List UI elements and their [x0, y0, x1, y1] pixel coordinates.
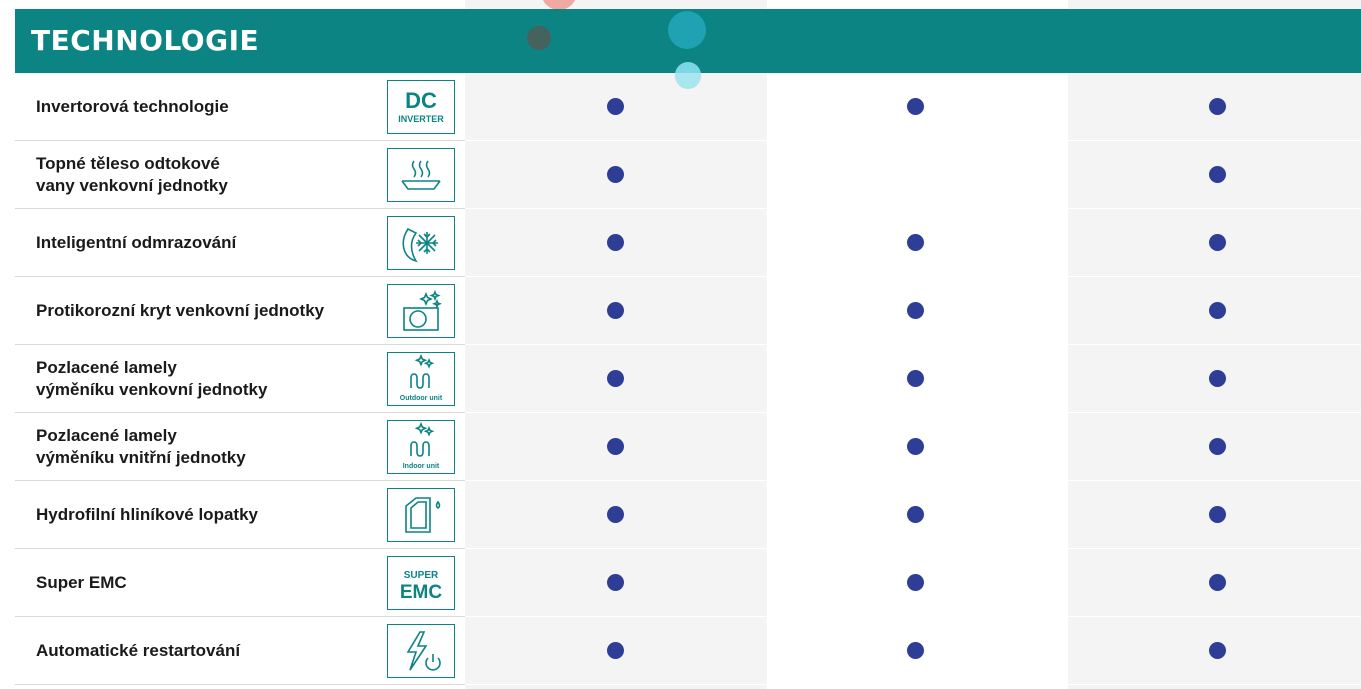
top-strip: [0, 0, 1361, 10]
feature-label: Hydrofilní hliníkové lopatky: [36, 481, 396, 548]
feature-dot-col-1: [607, 98, 624, 115]
table-row: Invertorová technologie DC INVERTER: [15, 73, 1361, 141]
table-row: Topné těleso odtokové vany venkovní jedno…: [15, 141, 1361, 209]
feature-label-text: Topné těleso odtokové vany venkovní jedno…: [36, 153, 228, 197]
table-row: Automatické restartování: [15, 617, 1361, 685]
auto-restart-icon: [387, 624, 455, 678]
feature-label: Pozlacené lamely výměníku vnitřní jednotk…: [36, 413, 396, 480]
defrost-icon: [387, 216, 455, 270]
feature-dot-col-2: [907, 642, 924, 659]
feature-label-line: vany venkovní jednotky: [36, 175, 228, 195]
feature-label: Inteligentní odmrazování: [36, 209, 396, 276]
table-row: Inteligentní odmrazování: [15, 209, 1361, 277]
table-row: Super EMC SUPER EMC: [15, 549, 1361, 617]
feature-label-text: Invertorová technologie: [36, 96, 229, 118]
feature-dot-col-3: [1209, 234, 1226, 251]
feature-dot-col-1: [607, 234, 624, 251]
golden-fin-outdoor-icon: Outdoor unit: [387, 352, 455, 406]
table-row: Hydrofilní hliníkové lopatky: [15, 481, 1361, 549]
feature-dot-col-1: [607, 166, 624, 183]
feature-label-text: Pozlacené lamely výměníku vnitřní jednotk…: [36, 425, 246, 469]
decor-bubble-dark: [527, 26, 551, 50]
row-divider: [15, 684, 465, 685]
feature-label-line: výměníku vnitřní jednotky: [36, 447, 246, 467]
feature-label: Automatické restartování: [36, 617, 396, 684]
dc-inverter-icon: DC INVERTER: [387, 80, 455, 134]
feature-label-text: Protikorozní kryt venkovní jednotky: [36, 300, 324, 322]
feature-dot-col-2: [907, 234, 924, 251]
feature-dot-col-3: [1209, 166, 1226, 183]
feature-dot-col-2: [907, 302, 924, 319]
feature-label: Super EMC: [36, 549, 396, 616]
feature-dot-col-1: [607, 506, 624, 523]
feature-label-line: Super EMC: [36, 572, 127, 592]
feature-label-line: Protikorozní kryt venkovní jednotky: [36, 300, 325, 320]
golden-fin-indoor-icon: Indoor unit: [387, 420, 455, 474]
anticorrosion-cover-icon: [387, 284, 455, 338]
decor-bubble-light: [675, 62, 701, 73]
feature-dot-col-2: [907, 370, 924, 387]
feature-dot-col-2: [907, 574, 924, 591]
feature-label-text: Hydrofilní hliníkové lopatky: [36, 504, 258, 526]
feature-dot-col-3: [1209, 506, 1226, 523]
feature-dot-col-2: [907, 438, 924, 455]
feature-dot-col-2: [907, 98, 924, 115]
feature-label-text: Automatické restartování: [36, 640, 240, 662]
decor-bubble-cyan: [668, 11, 706, 49]
feature-dot-col-1: [607, 302, 624, 319]
feature-label-text: Inteligentní odmrazování: [36, 232, 236, 254]
section-header: TECHNOLOGIE: [15, 9, 1361, 73]
feature-label-line: Invertorová technologie: [36, 96, 229, 116]
section-title: TECHNOLOGIE: [31, 24, 260, 57]
feature-label-line: Topné těleso odtokové: [36, 153, 220, 173]
column-tint-3-top: [1068, 0, 1361, 9]
heating-tray-icon: [387, 148, 455, 202]
feature-label: Invertorová technologie: [36, 73, 396, 140]
table-row: Protikorozní kryt venkovní jednotky: [15, 277, 1361, 345]
feature-label: Pozlacené lamely výměníku venkovní jednot…: [36, 345, 396, 412]
feature-dot-col-1: [607, 438, 624, 455]
icon-text-emc: EMC: [400, 582, 443, 603]
column-tint-1-top: [465, 0, 767, 9]
icon-text-outdoor: Outdoor unit: [400, 395, 443, 402]
feature-dot-col-1: [607, 370, 624, 387]
feature-label-line: Pozlacené lamely: [36, 425, 177, 445]
feature-label: Topné těleso odtokové vany venkovní jedno…: [36, 141, 396, 208]
feature-dot-col-1: [607, 574, 624, 591]
feature-dot-col-3: [1209, 370, 1226, 387]
feature-label-text: Super EMC: [36, 572, 127, 594]
icon-text-inverter: INVERTER: [398, 114, 444, 124]
super-emc-icon: SUPER EMC: [387, 556, 455, 610]
table-row: Pozlacené lamely výměníku vnitřní jednotk…: [15, 413, 1361, 481]
feature-label-line: výměníku venkovní jednotky: [36, 379, 268, 399]
icon-text-dc: DC: [405, 88, 437, 113]
feature-label-line: Pozlacené lamely: [36, 357, 177, 377]
feature-label-line: Inteligentní odmrazování: [36, 232, 237, 252]
feature-label: Protikorozní kryt venkovní jednotky: [36, 277, 396, 344]
table-row: Pozlacené lamely výměníku venkovní jednot…: [15, 345, 1361, 413]
feature-dot-col-3: [1209, 574, 1226, 591]
feature-dot-col-3: [1209, 302, 1226, 319]
hydrophilic-fin-icon: [387, 488, 455, 542]
icon-text-super: SUPER: [404, 570, 439, 581]
feature-label-line: Automatické restartování: [36, 640, 241, 660]
feature-dot-col-3: [1209, 98, 1226, 115]
feature-label-text: Pozlacené lamely výměníku venkovní jednot…: [36, 357, 267, 401]
feature-label-line: Hydrofilní hliníkové lopatky: [36, 504, 258, 524]
icon-text-indoor: Indoor unit: [403, 463, 440, 470]
feature-dot-col-1: [607, 642, 624, 659]
feature-dot-col-2: [907, 506, 924, 523]
feature-dot-col-3: [1209, 642, 1226, 659]
feature-dot-col-3: [1209, 438, 1226, 455]
